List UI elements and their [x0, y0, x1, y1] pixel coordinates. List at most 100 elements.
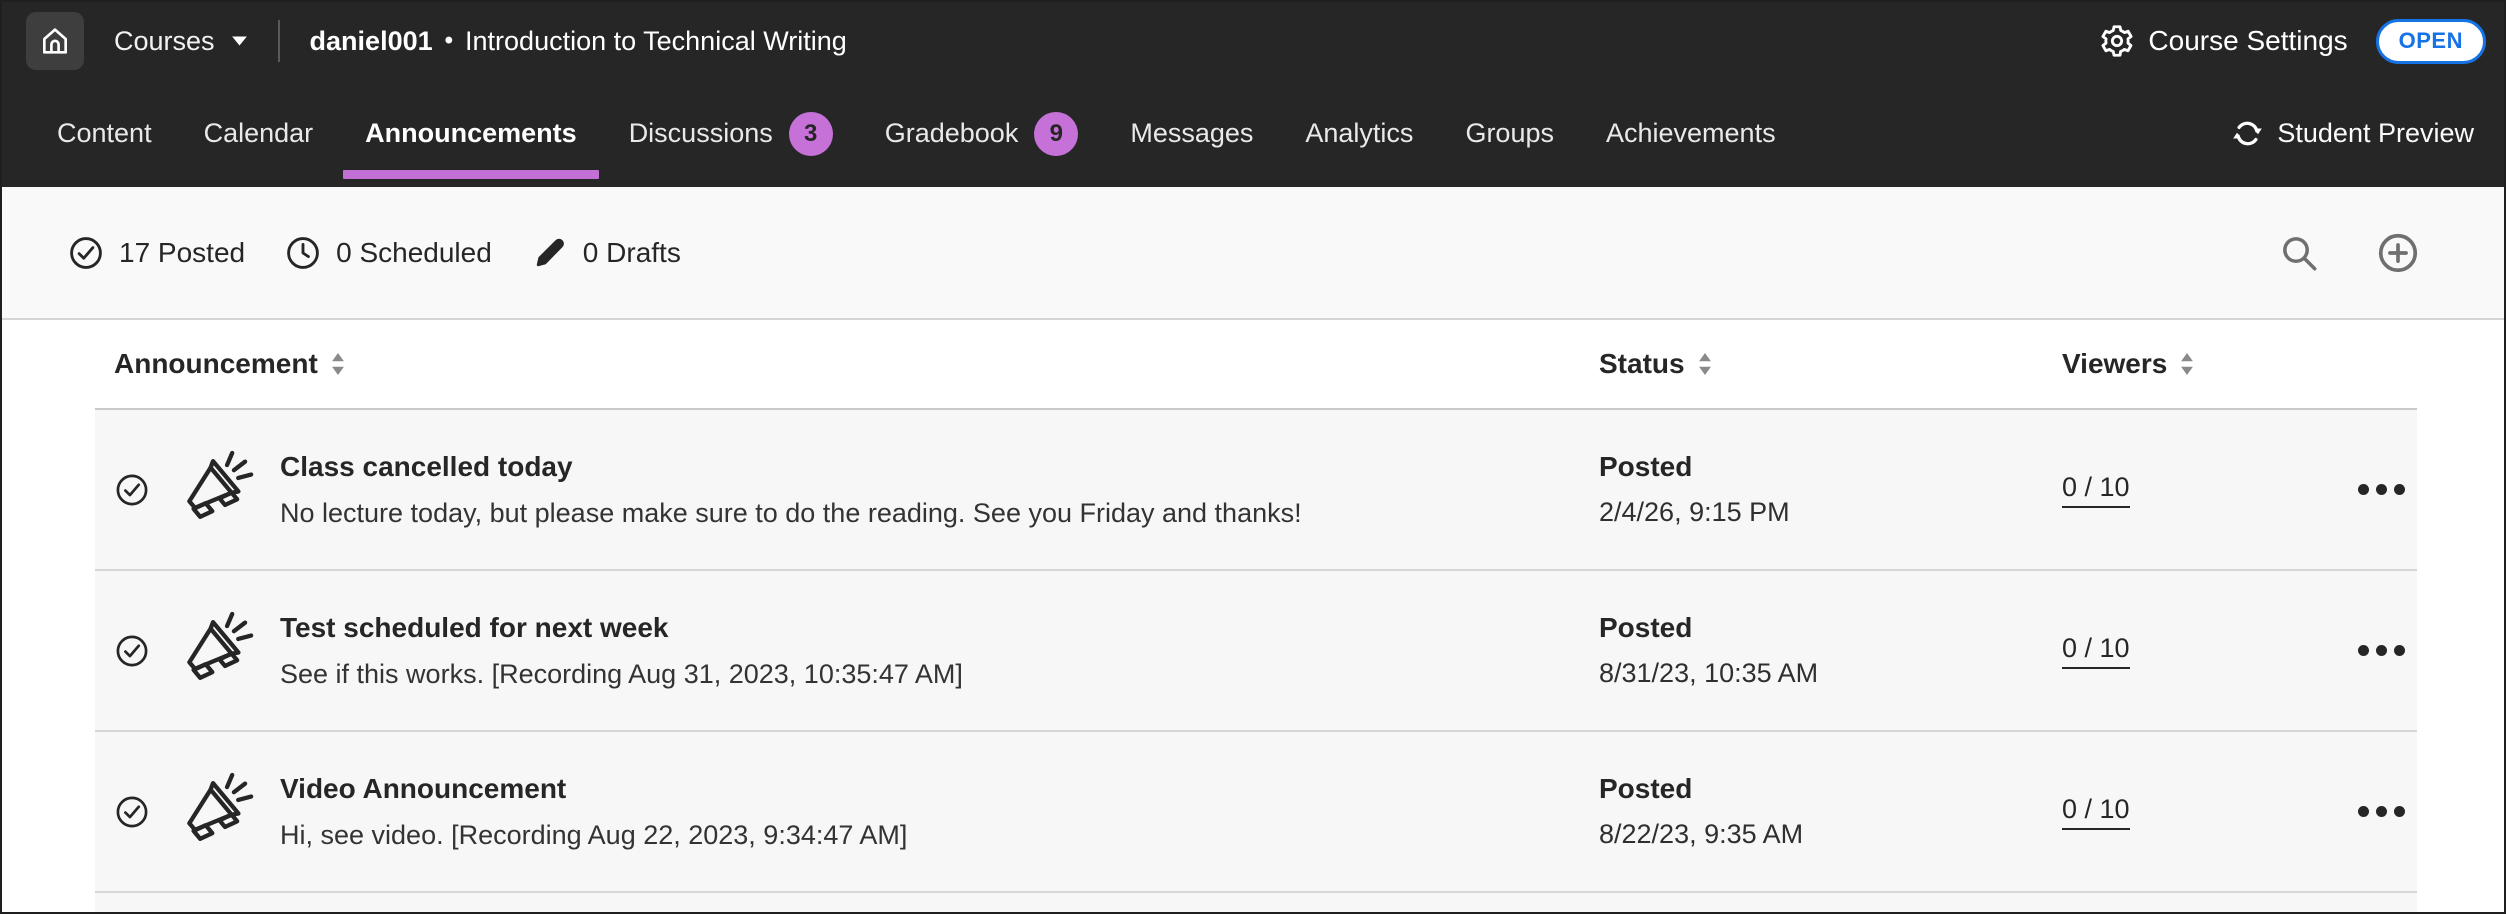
- announcement-row[interactable]: Video Announcement Hi, see video. [Recor…: [95, 732, 2417, 893]
- announcement-body: No lecture today, but please make sure t…: [280, 498, 1302, 529]
- course-title: Introduction to Technical Writing: [465, 26, 847, 57]
- student-preview-button[interactable]: Student Preview: [2231, 80, 2474, 187]
- scheduled-count-label: 0 Scheduled: [336, 237, 492, 269]
- tabs-spacer: [1828, 80, 2232, 187]
- tab-label: Messages: [1130, 118, 1253, 149]
- megaphone-icon: [172, 769, 258, 855]
- course-settings-label: Course Settings: [2148, 25, 2347, 57]
- viewers-link[interactable]: 0 / 10: [2062, 794, 2130, 830]
- posted-check-icon: [114, 472, 150, 508]
- tab-achievements[interactable]: Achievements: [1606, 80, 1776, 187]
- announcement-row[interactable]: Class cancelled today No lecture today, …: [95, 410, 2417, 571]
- tab-label: Gradebook: [885, 118, 1019, 149]
- refresh-icon: [2231, 117, 2264, 150]
- status-cell: Posted 8/22/23, 9:35 AM: [1599, 773, 2062, 850]
- tab-discussions[interactable]: Discussions 3: [629, 80, 833, 187]
- topbar-divider: [278, 20, 280, 62]
- tab-content[interactable]: Content: [57, 80, 152, 187]
- drafts-count-label: 0 Drafts: [583, 237, 681, 269]
- announcement-text: Video Announcement Hi, see video. [Recor…: [280, 773, 907, 851]
- sort-icon[interactable]: [2180, 353, 2194, 375]
- status-date: 2/4/26, 9:15 PM: [1599, 497, 2062, 528]
- sort-icon[interactable]: [1698, 353, 1712, 375]
- tab-label: Groups: [1465, 118, 1554, 149]
- sort-icon[interactable]: [331, 353, 345, 375]
- lms-announcements-page: Courses daniel001 • Introduction to Tech…: [0, 0, 2506, 914]
- announcement-title[interactable]: Test scheduled for next week: [280, 612, 963, 644]
- tab-messages[interactable]: Messages: [1130, 80, 1253, 187]
- dark-header: Courses daniel001 • Introduction to Tech…: [2, 2, 2504, 187]
- announcements-table: Announcement Status Viewers: [95, 320, 2417, 912]
- header-viewers[interactable]: Viewers: [2062, 348, 2350, 380]
- search-button[interactable]: [2278, 232, 2320, 274]
- row-menu-button[interactable]: [2350, 798, 2413, 825]
- announcements-stats-bar: 17 Posted 0 Scheduled 0 Drafts: [2, 187, 2504, 320]
- scheduled-count: 0 Scheduled: [285, 235, 492, 271]
- header-status[interactable]: Status: [1599, 348, 2062, 380]
- status-cell: Posted 8/31/23, 10:35 AM: [1599, 612, 2062, 689]
- pencil-icon: [532, 235, 568, 271]
- discussions-count-badge: 3: [789, 112, 833, 156]
- announcement-title[interactable]: Class cancelled today: [280, 451, 1302, 483]
- gear-icon: [2099, 23, 2135, 59]
- tab-calendar[interactable]: Calendar: [204, 80, 314, 187]
- status-value: Posted: [1599, 451, 2062, 483]
- viewers-link[interactable]: 0 / 10: [2062, 633, 2130, 669]
- tab-groups[interactable]: Groups: [1465, 80, 1554, 187]
- check-circle-icon: [68, 235, 104, 271]
- announcement-cell: Video Announcement Hi, see video. [Recor…: [95, 769, 1599, 855]
- courses-dropdown-label: Courses: [114, 26, 215, 57]
- topbar: Courses daniel001 • Introduction to Tech…: [2, 2, 2504, 80]
- header-label: Viewers: [2062, 348, 2167, 380]
- add-announcement-button[interactable]: [2376, 231, 2420, 275]
- chevron-down-icon: [231, 35, 248, 47]
- actions-cell: [2350, 637, 2417, 664]
- posted-count-label: 17 Posted: [119, 237, 245, 269]
- announcement-cell: Test scheduled for next week See if this…: [95, 608, 1599, 694]
- row-menu-button[interactable]: [2350, 476, 2413, 503]
- gradebook-count-badge: 9: [1034, 112, 1078, 156]
- tab-announcements[interactable]: Announcements: [365, 80, 577, 187]
- search-icon: [2278, 232, 2320, 274]
- row-menu-button[interactable]: [2350, 637, 2413, 664]
- tab-gradebook[interactable]: Gradebook 9: [885, 80, 1079, 187]
- tab-label: Content: [57, 118, 152, 149]
- actions-cell: [2350, 798, 2417, 825]
- announcement-row[interactable]: Test scheduled for next week See if this…: [95, 571, 2417, 732]
- header-label: Status: [1599, 348, 1685, 380]
- tab-label: Analytics: [1305, 118, 1413, 149]
- status-cell: Posted 2/4/26, 9:15 PM: [1599, 451, 2062, 528]
- posted-check-icon: [114, 633, 150, 669]
- header-announcement[interactable]: Announcement: [95, 348, 1599, 380]
- tab-label: Achievements: [1606, 118, 1776, 149]
- announcement-text: Class cancelled today No lecture today, …: [280, 451, 1302, 529]
- tab-analytics[interactable]: Analytics: [1305, 80, 1413, 187]
- viewers-cell: 0 / 10: [2062, 633, 2350, 669]
- course-settings-button[interactable]: Course Settings: [2099, 23, 2347, 59]
- viewers-cell: 0 / 10: [2062, 794, 2350, 830]
- drafts-count: 0 Drafts: [532, 235, 681, 271]
- status-date: 8/22/23, 9:35 AM: [1599, 819, 2062, 850]
- home-button[interactable]: [26, 12, 84, 70]
- status-value: Posted: [1599, 773, 2062, 805]
- header-label: Announcement: [114, 348, 318, 380]
- announcement-text: Test scheduled for next week See if this…: [280, 612, 963, 690]
- announcements-content: Announcement Status Viewers: [2, 320, 2504, 912]
- open-status-badge[interactable]: OPEN: [2376, 19, 2486, 64]
- student-preview-label: Student Preview: [2277, 118, 2474, 149]
- status-date: 8/31/23, 10:35 AM: [1599, 658, 2062, 689]
- table-header-row: Announcement Status Viewers: [95, 320, 2417, 410]
- posted-count: 17 Posted: [68, 235, 245, 271]
- viewers-cell: 0 / 10: [2062, 472, 2350, 508]
- status-value: Posted: [1599, 612, 2062, 644]
- courses-dropdown[interactable]: Courses: [114, 26, 248, 57]
- add-circle-icon: [2376, 231, 2420, 275]
- course-tabs: Content Calendar Announcements Discussio…: [2, 80, 2504, 187]
- announcement-title[interactable]: Video Announcement: [280, 773, 907, 805]
- breadcrumb-separator: •: [445, 27, 453, 55]
- viewers-link[interactable]: 0 / 10: [2062, 472, 2130, 508]
- tab-label: Calendar: [204, 118, 314, 149]
- megaphone-icon: [172, 447, 258, 533]
- megaphone-icon: [172, 608, 258, 694]
- announcement-body: See if this works. [Recording Aug 31, 20…: [280, 659, 963, 690]
